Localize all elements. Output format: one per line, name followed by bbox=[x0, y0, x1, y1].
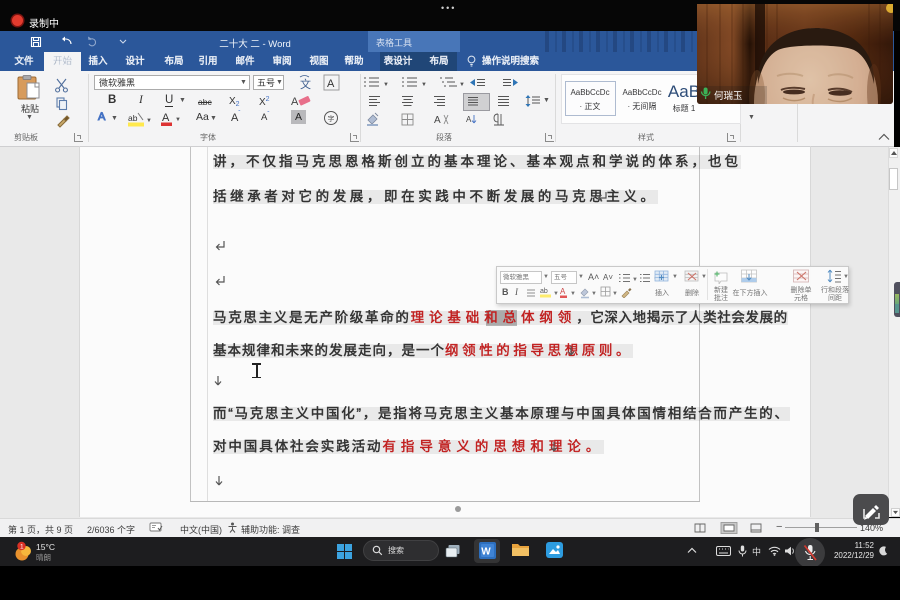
svg-text:A: A bbox=[466, 115, 472, 124]
svg-text:▼: ▼ bbox=[570, 291, 576, 297]
svg-text:A: A bbox=[162, 112, 170, 124]
svg-text:字: 字 bbox=[328, 114, 335, 123]
svg-text:▼: ▼ bbox=[591, 291, 597, 297]
svg-text:▼: ▼ bbox=[632, 277, 638, 283]
svg-text:▼: ▼ bbox=[421, 82, 427, 88]
svg-text:ab: ab bbox=[128, 113, 138, 123]
svg-text:W: W bbox=[481, 547, 491, 558]
svg-text:A: A bbox=[291, 96, 299, 108]
svg-text:▼: ▼ bbox=[612, 291, 618, 297]
svg-text:▼: ▼ bbox=[146, 118, 152, 124]
svg-text:ab: ab bbox=[540, 288, 548, 295]
svg-text:▼: ▼ bbox=[553, 291, 558, 297]
svg-text:A: A bbox=[434, 115, 441, 126]
svg-text:何瑞玉: 何瑞玉 bbox=[714, 90, 743, 102]
svg-text:▼: ▼ bbox=[459, 82, 465, 88]
svg-text:▼: ▼ bbox=[383, 82, 389, 88]
svg-text:A: A bbox=[560, 287, 566, 296]
svg-text:A: A bbox=[327, 78, 335, 90]
svg-text:▼: ▼ bbox=[175, 117, 181, 123]
svg-text:1: 1 bbox=[20, 544, 24, 551]
svg-text:文: 文 bbox=[300, 77, 311, 91]
